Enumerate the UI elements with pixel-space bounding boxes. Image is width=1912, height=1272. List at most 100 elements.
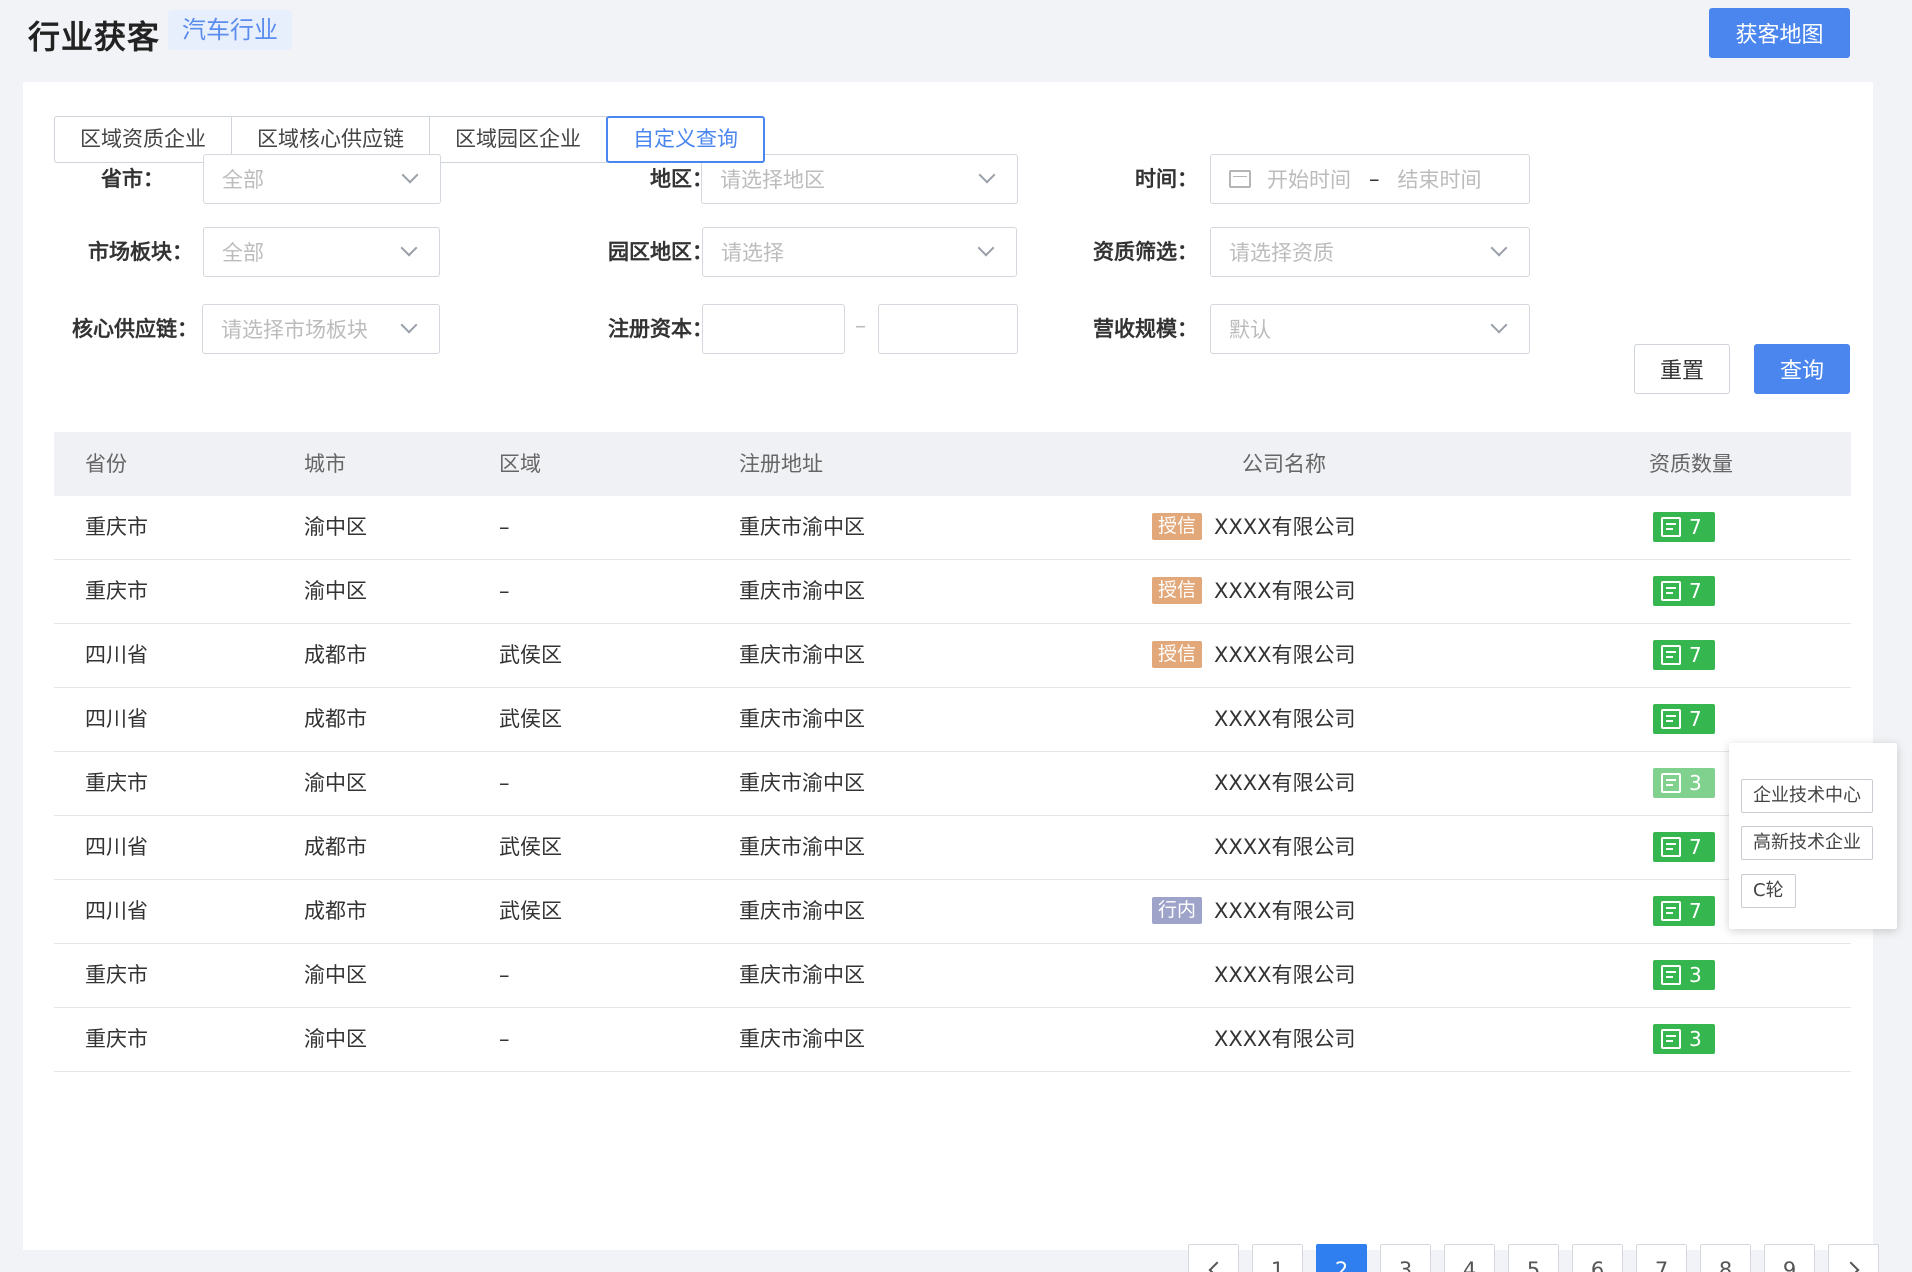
revenue-select[interactable]: 默认 [1210, 304, 1530, 354]
cell-company[interactable]: XXXX有限公司 [1214, 560, 1356, 623]
page-button[interactable]: 9 [1764, 1244, 1815, 1272]
map-button[interactable]: 获客地图 [1709, 8, 1850, 58]
qualification-badge[interactable]: 7 [1653, 576, 1715, 606]
prev-page-button[interactable] [1188, 1244, 1239, 1272]
time-separator: – [1369, 167, 1380, 191]
cell-company[interactable]: XXXX有限公司 [1214, 624, 1356, 687]
qualification-badge[interactable]: 7 [1653, 832, 1715, 862]
table-row[interactable]: 重庆市 渝中区 – 重庆市渝中区 XXXX有限公司 3 [54, 752, 1851, 816]
certificate-icon [1661, 517, 1681, 537]
page-button[interactable]: 5 [1508, 1244, 1559, 1272]
table-row[interactable]: 四川省 成都市 武侯区 重庆市渝中区 XXXX有限公司 7 [54, 816, 1851, 880]
time-end[interactable]: 结束时间 [1398, 164, 1482, 194]
cell-area: – [499, 963, 510, 987]
certificate-icon [1661, 581, 1681, 601]
certificate-icon [1661, 645, 1681, 665]
certificate-icon [1661, 709, 1681, 729]
chevron-down-icon [977, 239, 995, 257]
market-select[interactable]: 全部 [203, 227, 440, 277]
page-button[interactable]: 3 [1380, 1244, 1431, 1272]
capital-separator: – [855, 314, 866, 339]
time-start[interactable]: 开始时间 [1267, 164, 1351, 194]
qualification-badge[interactable]: 7 [1653, 896, 1715, 926]
header-area: 区域 [499, 452, 541, 476]
company-tag: 授信 [1152, 513, 1203, 540]
cell-company[interactable]: XXXX有限公司 [1214, 816, 1356, 879]
query-button[interactable]: 查询 [1754, 344, 1850, 394]
calendar-icon [1229, 170, 1251, 188]
reset-button[interactable]: 重置 [1634, 344, 1730, 394]
page-button[interactable]: 8 [1700, 1244, 1751, 1272]
table-row[interactable]: 四川省 成都市 武侯区 重庆市渝中区 XXXX有限公司 7 [54, 688, 1851, 752]
supply-chain-select[interactable]: 请选择市场板块 [202, 304, 440, 354]
qualification-badge[interactable]: 7 [1653, 640, 1715, 670]
time-range-picker[interactable]: 开始时间 – 结束时间 [1210, 154, 1530, 204]
park-select[interactable]: 请选择 [702, 227, 1017, 277]
cell-company[interactable]: XXXX有限公司 [1214, 688, 1356, 751]
certificate-icon [1661, 1029, 1681, 1049]
table-row[interactable]: 重庆市 渝中区 – 重庆市渝中区 XXXX有限公司 3 [54, 1008, 1851, 1072]
content-card: 区域资质企业 区域核心供应链 区域园区企业 自定义查询 省市： 全部 地区： 请… [23, 82, 1879, 1272]
company-tag: 行内 [1152, 897, 1203, 924]
qualification-badge[interactable]: 3 [1653, 1024, 1715, 1054]
capital-label: 注册资本： [608, 317, 713, 341]
region-placeholder: 请选择地区 [720, 168, 825, 192]
cell-area: 武侯区 [499, 707, 562, 731]
table-row[interactable]: 四川省 成都市 武侯区 重庆市渝中区 XXXX有限公司 授信 7 [54, 624, 1851, 688]
chevron-left-icon [1208, 1261, 1225, 1272]
page-button[interactable]: 4 [1444, 1244, 1495, 1272]
cell-company[interactable]: XXXX有限公司 [1214, 1008, 1356, 1071]
qualification-count: 7 [1689, 835, 1702, 859]
supply-chain-placeholder: 请选择市场板块 [221, 318, 368, 342]
capital-max-input[interactable] [878, 304, 1018, 354]
revenue-label: 营收规模： [1093, 317, 1198, 341]
certificate-icon [1661, 965, 1681, 985]
cell-province: 重庆市 [85, 771, 148, 795]
certificate-icon [1661, 837, 1681, 857]
qualification-count: 7 [1689, 707, 1702, 731]
page-button[interactable]: 1 [1252, 1244, 1303, 1272]
cell-province: 四川省 [85, 899, 148, 923]
cell-area: 武侯区 [499, 835, 562, 859]
qualification-badge[interactable]: 3 [1653, 960, 1715, 990]
qualification-select[interactable]: 请选择资质 [1210, 227, 1530, 277]
header-city: 城市 [304, 452, 346, 476]
qualification-badge[interactable]: 7 [1653, 512, 1715, 542]
next-page-button[interactable] [1828, 1244, 1879, 1272]
certificate-icon [1661, 901, 1681, 921]
page-button[interactable]: 7 [1636, 1244, 1687, 1272]
qualification-badge[interactable]: 3 [1653, 768, 1715, 798]
qualification-count: 7 [1689, 515, 1702, 539]
cell-province: 重庆市 [85, 1027, 148, 1051]
park-placeholder: 请选择 [721, 241, 784, 265]
cell-province: 四川省 [85, 643, 148, 667]
company-tag: 授信 [1152, 641, 1203, 668]
page-button[interactable]: 2 [1316, 1244, 1367, 1272]
cell-company[interactable]: XXXX有限公司 [1214, 752, 1356, 815]
page-title: 行业获客 [28, 18, 161, 56]
cell-city: 渝中区 [304, 771, 367, 795]
cell-company[interactable]: XXXX有限公司 [1214, 880, 1356, 943]
qualification-placeholder: 请选择资质 [1229, 241, 1334, 265]
cell-company[interactable]: XXXX有限公司 [1214, 496, 1356, 559]
cell-company[interactable]: XXXX有限公司 [1214, 944, 1356, 1007]
table-row[interactable]: 重庆市 渝中区 – 重庆市渝中区 XXXX有限公司 3 [54, 944, 1851, 1008]
province-select[interactable]: 全部 [203, 154, 441, 204]
cell-province: 重庆市 [85, 515, 148, 539]
cell-address: 重庆市渝中区 [739, 579, 865, 603]
chevron-down-icon [400, 239, 418, 257]
park-label: 园区地区： [608, 240, 713, 264]
qualification-badge[interactable]: 7 [1653, 704, 1715, 734]
qualification-count: 3 [1689, 1027, 1702, 1051]
capital-min-input[interactable] [702, 304, 845, 354]
table-row[interactable]: 重庆市 渝中区 – 重庆市渝中区 XXXX有限公司 授信 7 [54, 560, 1851, 624]
chevron-down-icon [978, 166, 996, 184]
page-button[interactable]: 6 [1572, 1244, 1623, 1272]
cell-address: 重庆市渝中区 [739, 771, 865, 795]
province-value: 全部 [222, 168, 264, 192]
table-row[interactable]: 重庆市 渝中区 – 重庆市渝中区 XXXX有限公司 授信 7 [54, 496, 1851, 560]
cell-city: 渝中区 [304, 963, 367, 987]
tab-custom-query[interactable]: 自定义查询 [606, 116, 765, 163]
cell-area: – [499, 771, 510, 795]
table-row[interactable]: 四川省 成都市 武侯区 重庆市渝中区 XXXX有限公司 行内 7 [54, 880, 1851, 944]
